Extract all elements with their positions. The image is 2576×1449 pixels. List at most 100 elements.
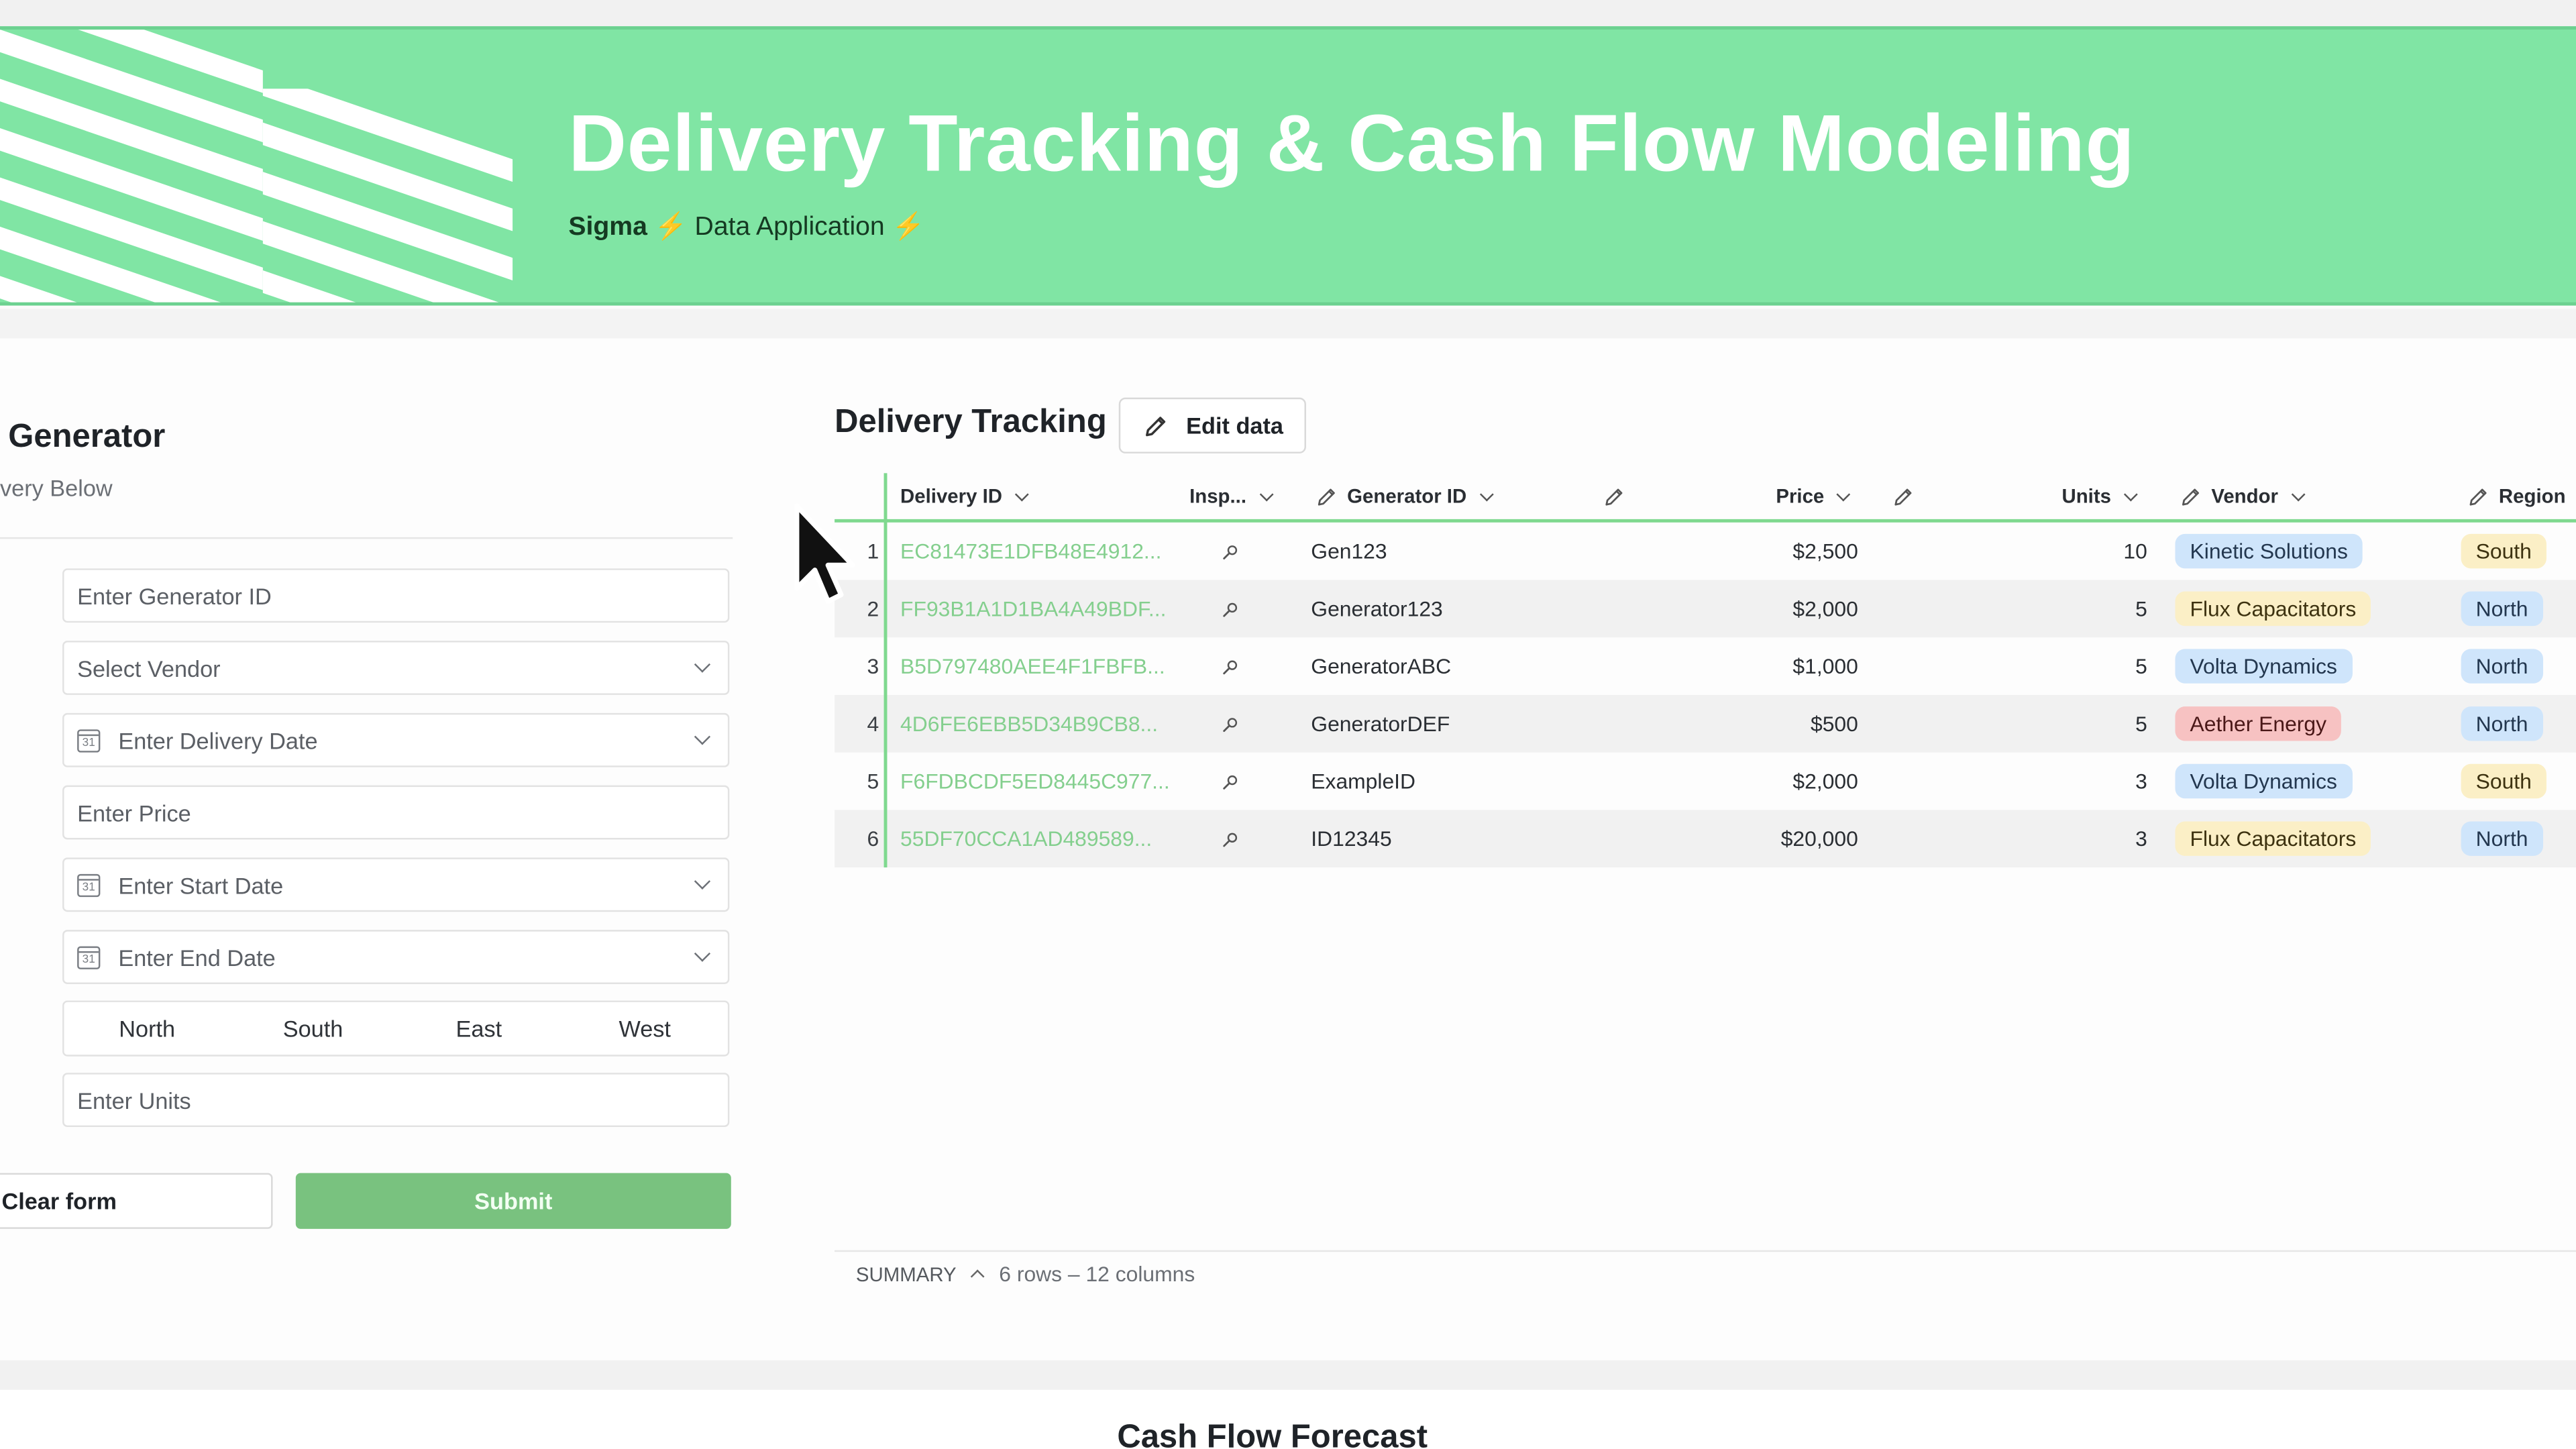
vendor-badge: Flux Capacitators xyxy=(2175,821,2371,856)
generator-id-input[interactable]: Enter Generator ID xyxy=(62,568,730,623)
delivery-date-picker[interactable]: 31 Enter Delivery Date xyxy=(62,712,730,767)
table-row[interactable]: 4 4D6FE6EBB5D34B9CB8... GeneratorDEF $500 5 A… xyxy=(835,694,2576,753)
delivery-id-cell[interactable]: EC81473E1DFB48E4912... xyxy=(900,523,1161,580)
cash-flow-title: Cash Flow Forecast xyxy=(1117,1419,1428,1449)
inspect-icon[interactable] xyxy=(1222,637,1238,695)
clear-form-button[interactable]: Clear form xyxy=(0,1173,273,1229)
vendor-select[interactable]: Select Vendor xyxy=(62,641,730,695)
chevron-down-icon xyxy=(694,873,711,890)
submit-button[interactable]: Submit xyxy=(295,1173,731,1229)
region-cell[interactable]: North xyxy=(2461,810,2543,867)
table-row[interactable]: 3 B5D797480AEE4F1FBFB... GeneratorABC $1,00… xyxy=(835,637,2576,695)
column-header-units[interactable]: Units xyxy=(2061,473,2138,519)
region-cell[interactable]: North xyxy=(2461,580,2543,637)
page-title: Delivery Tracking & Cash Flow Modeling xyxy=(568,100,2135,189)
pencil-icon xyxy=(1144,413,1169,438)
price-cell[interactable]: $2,000 xyxy=(1722,580,1858,637)
chevron-down-icon xyxy=(694,656,711,673)
generator-id-cell[interactable]: Gen123 xyxy=(1311,523,1387,580)
region-cell[interactable]: North xyxy=(2461,637,2543,695)
inspect-icon[interactable] xyxy=(1222,523,1238,580)
app-root: Delivery Tracking & Cash Flow Modeling S… xyxy=(0,0,2576,1449)
chevron-down-icon xyxy=(2290,486,2305,501)
price-input[interactable]: Enter Price xyxy=(62,785,730,840)
column-header-delivery-id[interactable]: Delivery ID xyxy=(900,473,1029,519)
region-segmented-control: North South East West xyxy=(62,1000,730,1057)
region-option-west[interactable]: West xyxy=(562,1002,728,1055)
chevron-down-icon xyxy=(1479,486,1493,501)
delivery-date-placeholder: Enter Delivery Date xyxy=(118,727,318,753)
delivery-id-cell[interactable]: B5D797480AEE4F1FBFB... xyxy=(900,637,1165,695)
vendor-cell[interactable]: Volta Dynamics xyxy=(2175,637,2352,695)
column-header-vendor[interactable]: Vendor xyxy=(2180,473,2305,519)
region-option-east[interactable]: East xyxy=(396,1002,561,1055)
delivery-id-cell[interactable]: 55DF70CCA1AD489589... xyxy=(900,810,1152,867)
chevron-down-icon xyxy=(1258,486,1273,501)
vendor-cell[interactable]: Volta Dynamics xyxy=(2175,753,2352,810)
column-header-inspect[interactable]: Insp... xyxy=(1189,473,1273,519)
generator-id-cell[interactable]: ExampleID xyxy=(1311,753,1415,810)
header-banner: Delivery Tracking & Cash Flow Modeling S… xyxy=(0,26,2576,306)
vendor-cell[interactable]: Flux Capacitators xyxy=(2175,580,2371,637)
vendor-cell[interactable]: Aether Energy xyxy=(2175,695,2342,753)
region-cell[interactable]: North xyxy=(2461,695,2543,753)
table-summary[interactable]: SUMMARY 6 rows – 12 columns xyxy=(856,1262,1195,1287)
column-header-generator-id[interactable]: Generator ID xyxy=(1316,473,1493,519)
generator-id-cell[interactable]: Generator123 xyxy=(1311,580,1442,637)
inspect-icon[interactable] xyxy=(1222,695,1238,753)
banner-subtitle: Sigma ⚡ Data Application ⚡ xyxy=(568,210,924,243)
start-date-picker[interactable]: 31 Enter Start Date xyxy=(62,857,730,912)
table-header: Delivery ID Insp... Generator ID Price U… xyxy=(835,473,2576,523)
price-cell[interactable]: $500 xyxy=(1722,695,1858,753)
price-cell[interactable]: $20,000 xyxy=(1722,810,1858,867)
delivery-id-cell[interactable]: F6FDBCDF5ED8445C977... xyxy=(900,753,1170,810)
column-header-editable[interactable] xyxy=(1892,473,1924,519)
vendor-badge: Aether Energy xyxy=(2175,706,2342,741)
units-cell[interactable]: 10 xyxy=(1984,523,2147,580)
units-cell[interactable]: 5 xyxy=(1984,695,2147,753)
summary-divider xyxy=(835,1250,2576,1252)
banner-subtitle-text: Data Application xyxy=(694,213,885,242)
delivery-id-cell[interactable]: FF93B1A1D1BA4A49BDF... xyxy=(900,580,1166,637)
region-cell[interactable]: South xyxy=(2461,753,2546,810)
price-cell[interactable]: $1,000 xyxy=(1722,637,1858,695)
edit-data-button[interactable]: Edit data xyxy=(1118,397,1306,453)
region-badge: North xyxy=(2461,649,2543,684)
region-option-north[interactable]: North xyxy=(64,1002,230,1055)
delivery-id-cell[interactable]: 4D6FE6EBB5D34B9CB8... xyxy=(900,695,1158,753)
table-row[interactable]: 6 55DF70CCA1AD489589... ID12345 $20,000 3 Flu… xyxy=(835,810,2576,868)
section-gap xyxy=(0,1360,2576,1390)
generator-id-cell[interactable]: GeneratorDEF xyxy=(1311,695,1450,753)
price-cell[interactable]: $2,500 xyxy=(1722,523,1858,580)
table-row[interactable]: 5 F6FDBCDF5ED8445C977... ExampleID $2,000 3 V… xyxy=(835,753,2576,810)
table-row[interactable]: 1 EC81473E1DFB48E4912... Gen123 $2,500 10 Kin… xyxy=(835,523,2576,580)
region-badge: North xyxy=(2461,591,2543,627)
table-row[interactable]: 2 FF93B1A1D1BA4A49BDF... Generator123 $2,00… xyxy=(835,580,2576,638)
pencil-icon xyxy=(1892,486,1914,507)
generator-id-cell[interactable]: ID12345 xyxy=(1311,810,1391,867)
brand-name: Sigma xyxy=(568,213,647,242)
price-placeholder: Enter Price xyxy=(77,799,191,826)
column-header-price[interactable]: Price xyxy=(1776,473,1851,519)
units-cell[interactable]: 5 xyxy=(1984,637,2147,695)
inspect-icon[interactable] xyxy=(1222,810,1238,867)
column-header-editable[interactable] xyxy=(1603,473,1635,519)
price-cell[interactable]: $2,000 xyxy=(1722,753,1858,810)
inspect-icon[interactable] xyxy=(1222,580,1238,637)
chevron-up-icon xyxy=(971,1269,985,1284)
region-option-south[interactable]: South xyxy=(230,1002,396,1055)
vendor-cell[interactable]: Kinetic Solutions xyxy=(2175,523,2363,580)
vendor-cell[interactable]: Flux Capacitators xyxy=(2175,810,2371,867)
column-header-region[interactable]: Region xyxy=(2467,473,2566,519)
units-cell[interactable]: 3 xyxy=(1984,810,2147,867)
end-date-picker[interactable]: 31 Enter End Date xyxy=(62,930,730,984)
row-number: 3 xyxy=(867,653,879,679)
region-badge: North xyxy=(2461,821,2543,856)
units-cell[interactable]: 3 xyxy=(1984,753,2147,810)
region-cell[interactable]: South xyxy=(2461,523,2546,580)
units-cell[interactable]: 5 xyxy=(1984,580,2147,637)
inspect-icon[interactable] xyxy=(1222,753,1238,810)
table-title: Delivery Tracking xyxy=(835,404,1107,441)
generator-id-cell[interactable]: GeneratorABC xyxy=(1311,637,1451,695)
units-input[interactable]: Enter Units xyxy=(62,1073,730,1128)
